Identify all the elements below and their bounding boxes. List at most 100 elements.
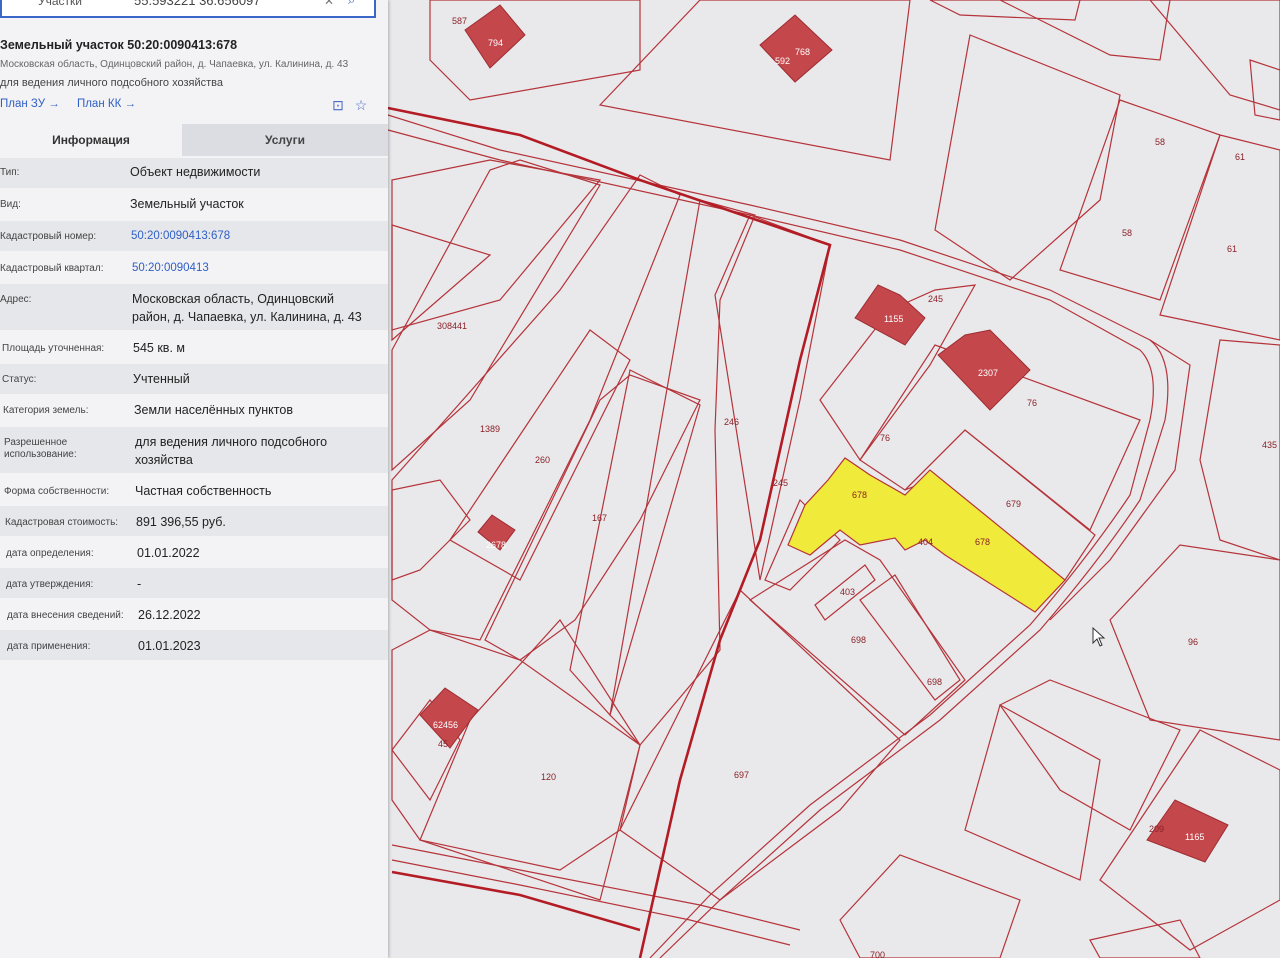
info-row-date-applied: дата применения: 01.01.2023 bbox=[0, 630, 388, 660]
search-icon[interactable]: ⌕ bbox=[348, 0, 360, 7]
info-panel: Участки 55.593221 36.656097 ✕ ⌕ Земельны… bbox=[0, 0, 388, 958]
info-row-ownership: Форма собственности: Частная собственнос… bbox=[0, 475, 388, 505]
row-value: Объект недвижимости bbox=[130, 165, 261, 179]
info-row-date-approved: дата утверждения: - bbox=[0, 568, 388, 598]
info-row-date-determined: дата определения: 01.01.2022 bbox=[0, 537, 388, 567]
row-value: Московская область, Одинцовский bbox=[132, 292, 335, 306]
row-key-line2: использование: bbox=[4, 449, 77, 460]
row-key: Категория земель: bbox=[3, 405, 89, 416]
map-label: 678 bbox=[852, 490, 867, 500]
row-value: 891 396,55 руб. bbox=[136, 515, 226, 529]
row-key: Кадастровый номер: bbox=[0, 231, 97, 242]
info-row-land-category: Категория земель: Земли населённых пункт… bbox=[0, 395, 388, 425]
map-label: 260 bbox=[535, 455, 550, 465]
map-label: 76 bbox=[1027, 398, 1037, 408]
map-label: 678 bbox=[975, 537, 990, 547]
map-label: 435 bbox=[1262, 440, 1277, 450]
map-label: 61 bbox=[1227, 244, 1237, 254]
map-label: 404 bbox=[918, 537, 933, 547]
tab-info[interactable]: Информация bbox=[0, 124, 182, 156]
row-value: 545 кв. м bbox=[133, 341, 185, 355]
row-key: Кадастровая стоимость: bbox=[5, 517, 119, 528]
plan-zu-link[interactable]: План ЗУ → bbox=[0, 98, 60, 110]
map-label: 592 bbox=[775, 56, 790, 66]
row-key: Тип: bbox=[0, 167, 20, 178]
map-label: 2678 bbox=[486, 540, 506, 550]
search-input[interactable]: 55.593221 36.656097 bbox=[134, 0, 261, 8]
map-label: 58 bbox=[1155, 137, 1165, 147]
map-label: 245 bbox=[928, 294, 943, 304]
search-layer-label[interactable]: Участки bbox=[38, 0, 82, 8]
star-icon[interactable]: ☆ bbox=[353, 97, 369, 113]
map-label: 587 bbox=[452, 16, 467, 26]
row-value: 01.01.2022 bbox=[137, 546, 200, 560]
row-value: Земли населённых пунктов bbox=[134, 403, 293, 417]
cadastral-number-link[interactable]: 50:20:0090413:678 bbox=[131, 230, 230, 242]
clear-icon[interactable]: ✕ bbox=[324, 0, 334, 8]
tab-bar: Информация Услуги bbox=[0, 124, 388, 156]
row-value: Учтенный bbox=[133, 372, 190, 386]
row-value-line2: район, д. Чапаевка, ул. Калинина, д. 43 bbox=[132, 310, 362, 324]
row-key: Вид: bbox=[0, 199, 21, 210]
cadastral-quarter-link[interactable]: 50:20:0090413 bbox=[132, 262, 209, 274]
info-row-type: Тип: Объект недвижимости bbox=[0, 158, 388, 188]
info-row-status: Статус: Учтенный bbox=[0, 364, 388, 394]
parcel-use: для ведения личного подсобного хозяйства bbox=[0, 77, 223, 89]
map-label: 1155 bbox=[884, 314, 903, 324]
row-value: для ведения личного подсобного bbox=[135, 435, 328, 449]
row-value: - bbox=[137, 577, 142, 591]
row-key: дата применения: bbox=[7, 641, 91, 652]
map-label: 1389 bbox=[480, 424, 500, 434]
row-key: дата определения: bbox=[6, 548, 94, 559]
parcel-address: Московская область, Одинцовский район, д… bbox=[0, 59, 349, 70]
search-on-map-icon[interactable]: ⊡ bbox=[330, 97, 346, 113]
map-label: 768 bbox=[795, 47, 810, 57]
info-row-cadastral-number: Кадастровый номер: 50:20:0090413:678 bbox=[0, 221, 388, 251]
row-key: Кадастровый квартал: bbox=[0, 263, 104, 274]
map-label: 209 bbox=[1149, 824, 1164, 834]
map-label: 245 bbox=[773, 478, 788, 488]
map-label: 120 bbox=[541, 772, 556, 782]
row-key: Статус: bbox=[2, 374, 37, 385]
map-label: 2307 bbox=[978, 368, 998, 378]
map-label: 76 bbox=[880, 433, 890, 443]
row-key: дата внесения сведений: bbox=[7, 610, 124, 621]
map-label: 96 bbox=[1188, 637, 1198, 647]
row-key: дата утверждения: bbox=[6, 579, 94, 590]
map-label: 1165 bbox=[1185, 832, 1204, 842]
search-bar[interactable]: Участки 55.593221 36.656097 ✕ ⌕ bbox=[0, 0, 376, 18]
map-label: 794 bbox=[488, 38, 503, 48]
map-label: 246 bbox=[724, 417, 739, 427]
row-value: 26.12.2022 bbox=[138, 608, 201, 622]
plan-links: План ЗУ → План КК → bbox=[0, 98, 150, 110]
map-label: 45 bbox=[438, 739, 448, 749]
row-key: Адрес: bbox=[0, 294, 32, 305]
row-key: Форма собственности: bbox=[4, 486, 110, 497]
row-value: 01.01.2023 bbox=[138, 639, 201, 653]
row-key: Разрешенное bbox=[4, 437, 68, 448]
info-row-address: Адрес: Московская область, Одинцовский р… bbox=[0, 284, 388, 330]
map-label: 62456 bbox=[433, 720, 458, 730]
map-label: 679 bbox=[1006, 499, 1021, 509]
row-value-line2: хозяйства bbox=[135, 453, 193, 467]
row-value: Земельный участок bbox=[130, 197, 244, 211]
map-label: 697 bbox=[734, 770, 749, 780]
row-value: Частная собственность bbox=[135, 484, 272, 498]
map-label: 700 bbox=[870, 950, 885, 958]
info-row-permitted-use: Разрешенное использование: для ведения л… bbox=[0, 427, 388, 473]
map-label: 167 bbox=[592, 513, 607, 523]
info-row-cadastral-quarter: Кадастровый квартал: 50:20:0090413 bbox=[0, 253, 388, 283]
tab-services[interactable]: Услуги bbox=[182, 124, 388, 156]
info-row-cadastral-value: Кадастровая стоимость: 891 396,55 руб. bbox=[0, 506, 388, 536]
info-row-area: Площадь уточненная: 545 кв. м bbox=[0, 333, 388, 363]
info-row-date-entered: дата внесения сведений: 26.12.2022 bbox=[0, 599, 388, 629]
map-label: 308441 bbox=[437, 321, 467, 331]
parcel-title: Земельный участок 50:20:0090413:678 bbox=[0, 38, 238, 52]
plan-kk-link[interactable]: План КК → bbox=[77, 98, 136, 110]
map-label: 698 bbox=[927, 677, 942, 687]
map-label: 403 bbox=[840, 587, 855, 597]
map-label: 698 bbox=[851, 635, 866, 645]
mouse-cursor-icon bbox=[1092, 627, 1106, 647]
row-key: Площадь уточненная: bbox=[2, 343, 105, 354]
info-row-kind: Вид: Земельный участок bbox=[0, 190, 388, 220]
